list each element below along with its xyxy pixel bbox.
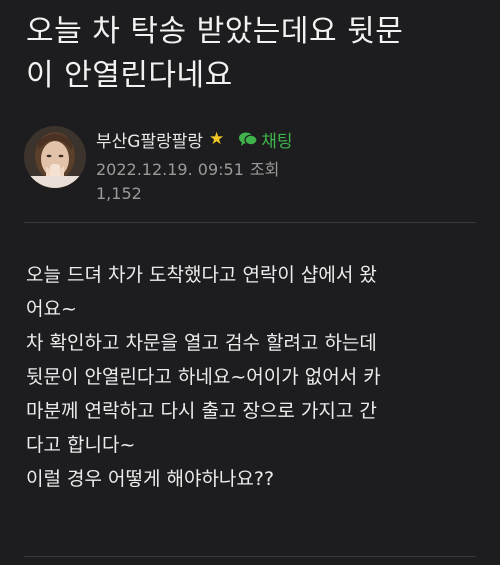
post-page: 오늘 차 탁송 받았는데요 뒷문 이 안열린다네요 부산G팔랑팔랑 ★ 채팅 2… [0,0,500,565]
author-info: 부산G팔랑팔랑 ★ 채팅 2022.12.19. 09:51 조회 1,152 [24,126,484,216]
chat-bubble-icon [239,132,258,146]
avatar-image [24,126,86,188]
content-line: 마분께 연락하고 다시 출고 장으로 가지고 간 [26,400,377,422]
post-title: 오늘 차 탁송 받았는데요 뒷문 이 안열린다네요 [26,10,486,98]
bottom-divider [24,556,476,557]
views-count: 1,152 [96,184,142,203]
post-content: 오늘 드뎌 차가 도착했다고 연락이 샵에서 왔 어요~ 차 확인하고 차문을 … [26,258,486,496]
avatar[interactable] [24,126,86,188]
content-line: 어요~ [26,298,77,320]
chat-label: 채팅 [261,131,293,152]
views-label: 조회 [249,160,280,179]
post-meta: 부산G팔랑팔랑 ★ 채팅 2022.12.19. 09:51 조회 1,152 [96,126,486,206]
content-line: 이럴 경우 어떻게 해야하나요?? [26,468,275,490]
content-line: 뒷문이 안열린다고 하네요~어이가 없어서 카 [26,366,381,388]
content-line: 다고 합니다~ [26,434,136,456]
author-line: 부산G팔랑팔랑 ★ 채팅 [96,126,486,152]
author-name[interactable]: 부산G팔랑팔랑 [96,127,203,152]
star-icon: ★ [209,129,225,149]
divider [24,222,476,223]
post-title-line-1: 오늘 차 탁송 받았는데요 뒷문 [26,14,404,49]
post-title-line-2: 이 안열린다네요 [26,58,233,93]
post-date: 2022.12.19. 09:51 [96,160,244,179]
chat-button[interactable]: 채팅 [238,127,293,152]
content-line: 오늘 드뎌 차가 도착했다고 연락이 샵에서 왔 [26,264,377,286]
date-views-line: 2022.12.19. 09:51 조회 [96,158,486,182]
content-line: 차 확인하고 차문을 열고 검수 할려고 하는데 [26,332,377,354]
